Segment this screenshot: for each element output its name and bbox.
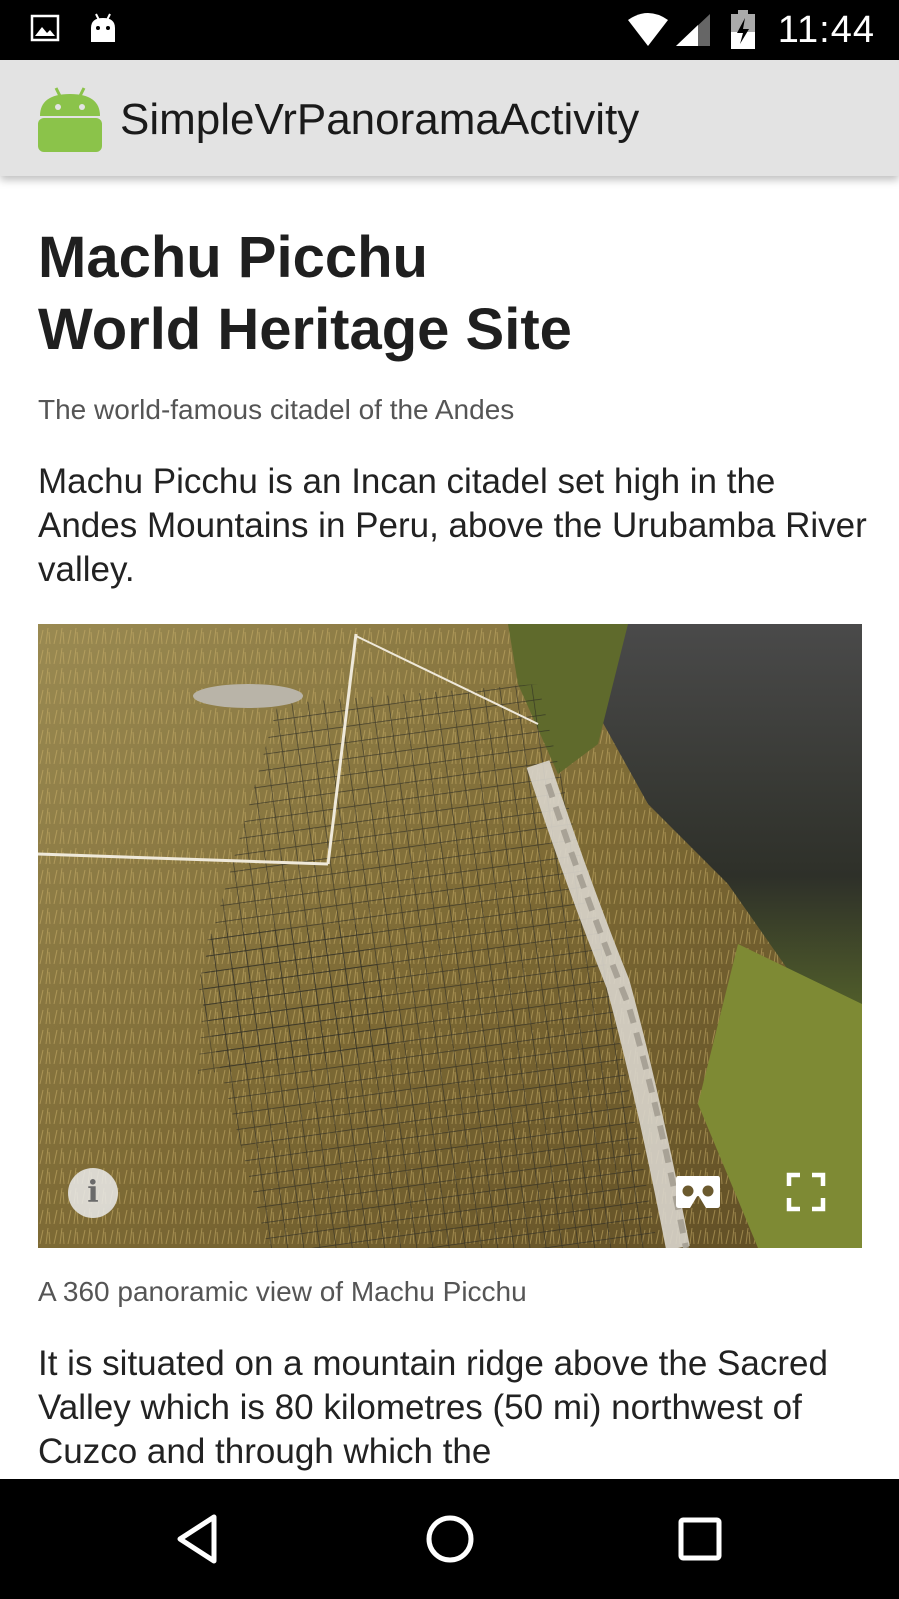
intro-paragraph: Machu Picchu is an Incan citadel set hig… xyxy=(38,462,867,589)
status-notifications xyxy=(30,10,118,50)
page-title-line-2: World Heritage Site xyxy=(38,297,572,362)
info-button[interactable]: i xyxy=(68,1168,118,1218)
vr-panorama-view[interactable]: i xyxy=(38,624,862,1248)
app-title: SimpleVrPanoramaActivity xyxy=(120,95,640,144)
status-clock: 11:44 xyxy=(777,8,875,51)
status-bar: 11:44 xyxy=(0,0,899,60)
recents-icon xyxy=(678,1517,722,1561)
panorama-caption: A 360 panoramic view of Machu Picchu xyxy=(38,1276,527,1307)
page-subtitle: The world-famous citadel of the Andes xyxy=(38,394,515,425)
cardboard-vr-button[interactable] xyxy=(674,1172,722,1212)
cell-signal-icon xyxy=(674,12,712,48)
home-icon xyxy=(426,1515,474,1563)
article-content[interactable]: Machu Picchu World Heritage Site The wor… xyxy=(0,176,899,1479)
status-system-icons: 11:44 xyxy=(626,8,875,52)
image-notification-icon xyxy=(30,14,60,47)
page-title: Machu Picchu World Heritage Site xyxy=(38,222,868,366)
wifi-icon xyxy=(626,12,670,48)
battery-charging-icon xyxy=(730,10,756,50)
fullscreen-button[interactable] xyxy=(786,1172,826,1212)
android-app-icon xyxy=(36,86,104,154)
page-title-line-1: Machu Picchu xyxy=(38,225,428,290)
back-button[interactable] xyxy=(170,1509,230,1569)
body-paragraph: It is situated on a mountain ridge above… xyxy=(38,1344,828,1471)
screen: 11:44 SimpleVrPanoramaActivity Machu Pic… xyxy=(0,0,899,1599)
android-notification-icon xyxy=(88,12,118,49)
navigation-bar xyxy=(0,1479,899,1599)
back-icon xyxy=(177,1514,217,1564)
fullscreen-icon xyxy=(786,1172,826,1212)
cardboard-vr-icon xyxy=(676,1176,720,1208)
info-icon: i xyxy=(87,1175,99,1210)
app-bar: SimpleVrPanoramaActivity xyxy=(0,60,899,176)
home-button[interactable] xyxy=(420,1509,480,1569)
recents-button[interactable] xyxy=(670,1509,730,1569)
panorama-image xyxy=(38,624,862,1248)
